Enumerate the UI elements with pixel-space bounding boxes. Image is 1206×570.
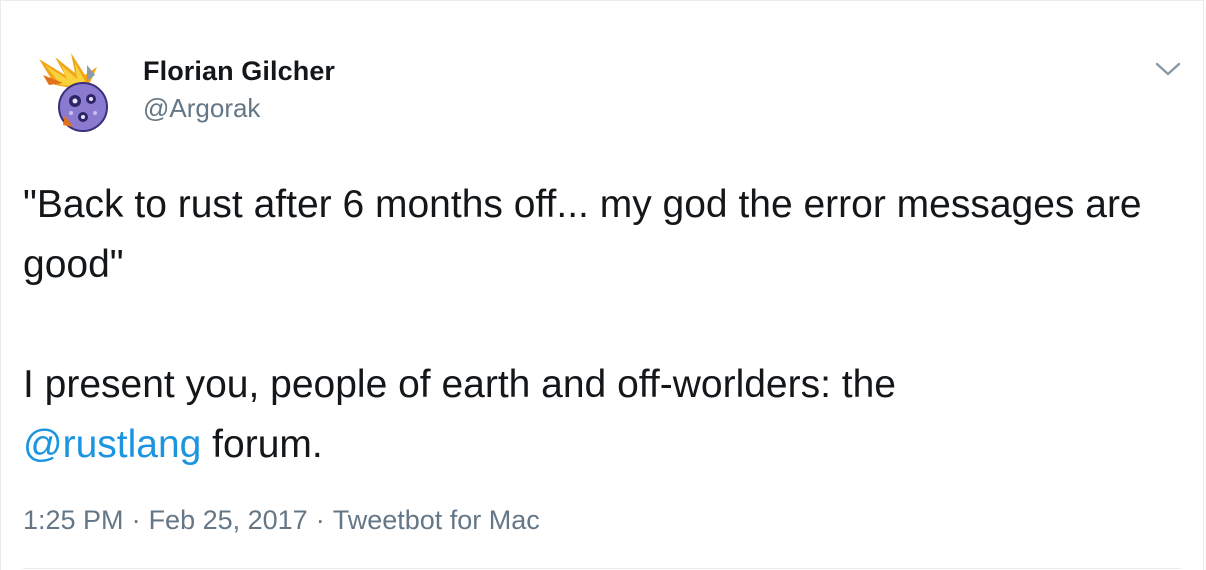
tweet-card: Florian Gilcher @Argorak "Back to rust a… xyxy=(0,0,1204,570)
tweet-date[interactable]: Feb 25, 2017 xyxy=(149,505,308,535)
tweet-paragraph-2: I present you, people of earth and off-w… xyxy=(23,355,1173,475)
tweet-menu-button[interactable] xyxy=(1153,59,1183,79)
tweet-paragraph-1: "Back to rust after 6 months off... my g… xyxy=(23,183,1142,286)
meta-separator: · xyxy=(315,505,325,535)
meta-separator: · xyxy=(131,505,141,535)
tweet-source[interactable]: Tweetbot for Mac xyxy=(333,505,540,535)
flaming-meteor-avatar-icon xyxy=(25,45,121,141)
rustlang-mention-link[interactable]: @rustlang xyxy=(23,423,201,466)
tweet-time[interactable]: 1:25 PM xyxy=(23,505,124,535)
author-info[interactable]: Florian Gilcher @Argorak xyxy=(143,58,335,122)
tweet-paragraph-2-text: I present you, people of earth and off-w… xyxy=(23,363,896,406)
author-handle[interactable]: @Argorak xyxy=(143,95,335,121)
tweet-paragraph-2-tail: forum. xyxy=(201,423,323,466)
tweet-metadata: 1:25 PM · Feb 25, 2017 · Tweetbot for Mac xyxy=(23,505,540,535)
author-avatar[interactable] xyxy=(25,45,121,141)
author-display-name[interactable]: Florian Gilcher xyxy=(143,58,335,85)
divider xyxy=(23,568,1181,569)
tweet-text: "Back to rust after 6 months off... my g… xyxy=(23,175,1173,475)
chevron-down-icon xyxy=(1155,62,1181,76)
